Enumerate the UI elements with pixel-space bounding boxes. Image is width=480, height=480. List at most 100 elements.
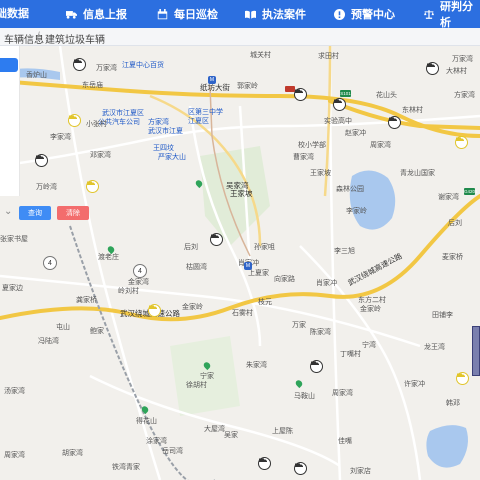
map-label: 韩邓 [446,400,460,407]
map-label: 周家湾 [332,390,353,397]
map-label: 金家岭 [182,304,203,311]
map-label: 东林村 [402,107,423,114]
vehicle-truck-marker[interactable] [210,233,223,246]
map-label: 城关村 [250,52,271,59]
alert-icon [334,8,345,20]
map-label: 王家坡 [310,170,331,177]
map-label: 枝元 [258,299,272,306]
map-label: 佳嘴 [338,438,352,445]
vehicle-truck-marker[interactable] [35,154,48,167]
vehicle-truck-marker[interactable] [148,304,161,317]
map-label: 李三旭 [334,248,355,255]
scale-icon [424,9,434,19]
metro-station-icon: M [244,262,252,270]
map-label: 马鞍山 [294,393,315,400]
map-label: 森林公园 [336,186,364,193]
map-label: 赵家冲 [345,130,366,137]
vehicle-truck-marker[interactable] [310,360,323,373]
map-label: 徐胡村 [186,382,207,389]
map-label: 石雾村 [232,310,253,317]
map-label: 胡家湾 [62,450,83,457]
panel-tab[interactable] [0,58,18,72]
vehicle-cluster-marker[interactable]: 4 [133,264,147,278]
map-label: 汤家湾 [4,388,25,395]
map-label: 方家湾 [454,92,475,99]
map-label: 万岭湾 [36,184,57,191]
map-label: 麦家桥 [442,254,463,261]
map-label: 后刘 [448,220,462,227]
map-label: 刘家店 [350,468,371,475]
query-button[interactable]: 查询 [19,206,51,220]
nav-item-basic-data[interactable]: 础数据 [0,0,29,28]
truck-icon [66,10,77,19]
map-label: 万家湾 [96,65,117,72]
truck-icon [69,115,77,119]
vehicle-truck-marker[interactable] [294,462,307,475]
vehicle-truck-marker[interactable] [73,58,86,71]
map-view[interactable]: 香炉山 万家湾 城关村 求田村 万家湾 东岳庙 江夏中心百货 纸坊大街 郭家岭 … [0,46,480,480]
map-label: 冯陆湾 [38,338,59,345]
nav-item-info-report[interactable]: 信息上报 [66,0,127,28]
nav-item-label: 预警中心 [351,9,395,21]
map-label: 岭刘村 [118,288,139,295]
truck-icon [427,63,435,67]
vehicle-truck-marker[interactable] [68,114,81,127]
breadcrumb-item-construction-waste-vehicles: 建筑垃圾车辆 [45,35,105,46]
filter-panel [0,46,20,196]
vehicle-truck-marker[interactable] [426,62,439,75]
nav-item-daily-inspection[interactable]: 每日巡检 [157,0,218,28]
truck-icon [149,305,157,309]
nav-item-label: 执法案件 [262,9,306,21]
truck-icon [74,59,82,63]
map-label: 王家坡 [230,189,253,198]
vehicle-cluster-marker[interactable]: 4 [43,256,57,270]
map-label: 许家冲 [404,381,425,388]
map-label: 宁家 [200,373,214,380]
book-icon [245,10,256,19]
truck-icon [311,361,319,365]
nav-item-law-cases[interactable]: 执法案件 [245,0,306,28]
map-label: 鲍家 [90,328,104,335]
vehicle-truck-marker[interactable] [333,98,346,111]
map-label: 谢家湾 [438,194,459,201]
nav-item-label: 信息上报 [83,9,127,21]
chevron-down-icon[interactable]: ⌄ [4,206,12,217]
vehicle-truck-marker[interactable] [294,88,307,101]
map-label: 上屋陈 [272,428,293,435]
map-label: 武汉市江夏 [148,128,183,135]
vehicle-truck-marker[interactable] [456,372,469,385]
vehicle-truck-marker[interactable] [388,116,401,129]
map-label: 大屋湾 [204,426,225,433]
vehicle-truck-marker[interactable] [86,180,99,193]
vehicle-truck-marker[interactable] [455,136,468,149]
map-label: 严家大山 [158,154,186,161]
map-label: 陈家湾 [310,329,331,336]
map-label: 青龙山国家 [400,170,435,177]
map-label: 宁湾 [362,342,376,349]
map-label: 吴家 [224,432,238,439]
map-label: 后刘 [184,244,198,251]
truck-icon [211,234,219,238]
truck-icon [87,181,95,185]
truck-icon [389,117,397,121]
breadcrumb: 车辆信息 / 建筑垃圾车辆 [0,28,480,46]
map-label: 夏家边 [2,285,23,292]
nav-item-analysis[interactable]: 研判分析 [424,0,480,29]
truck-icon [334,99,342,103]
truck-icon [259,458,267,462]
map-label: 实验高中 [324,118,352,125]
nav-item-label: 每日巡检 [174,9,218,21]
nav-item-alert-center[interactable]: 预警中心 [334,0,395,28]
map-label: 万家湾 [452,56,473,63]
map-label: 朱家湾 [246,362,267,369]
map-label: 江夏区 [188,118,209,125]
map-label: 龙王湾 [424,344,445,351]
selection-box [472,326,480,376]
map-label: 万家 [292,322,306,329]
clear-button[interactable]: 清除 [57,206,89,220]
map-label: 张家书屋 [0,236,28,243]
truck-icon [36,155,44,159]
truck-icon [295,89,303,93]
map-label: 岳司湾 [162,448,183,455]
vehicle-truck-marker[interactable] [258,457,271,470]
